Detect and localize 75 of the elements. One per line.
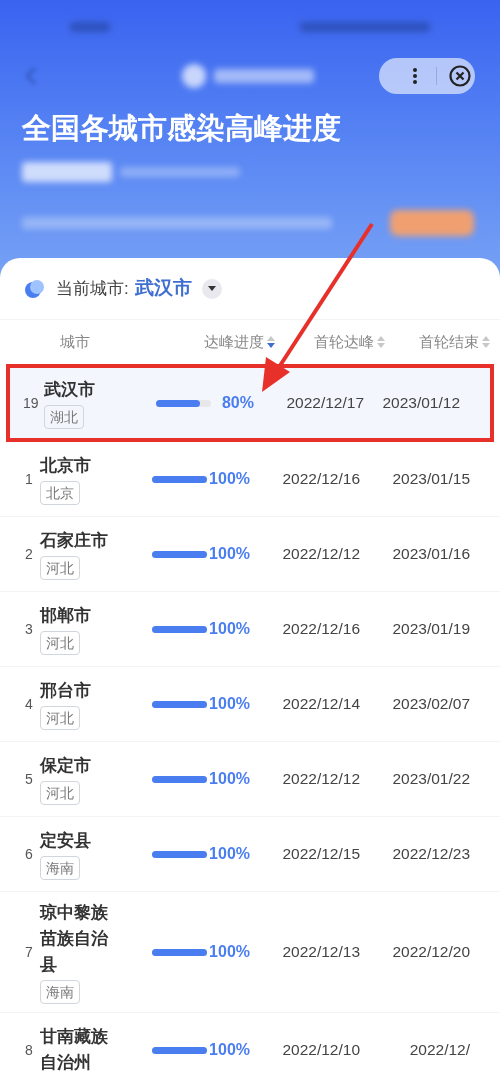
end-date: 2023/01/22 (392, 770, 470, 788)
progress-percent: 100% (209, 469, 250, 489)
peak-date: 2022/12/15 (282, 845, 360, 863)
close-icon[interactable] (449, 65, 471, 87)
progress-percent: 100% (209, 694, 250, 714)
peak-date: 2022/12/13 (282, 943, 360, 961)
progress-percent: 100% (209, 769, 250, 789)
end-date: 2023/01/16 (392, 545, 470, 563)
peak-date: 2022/12/12 (282, 545, 360, 563)
province-tag: 河北 (40, 706, 80, 730)
sort-icon[interactable] (267, 336, 275, 348)
province-tag: 海南 (40, 980, 80, 1004)
current-city-label: 当前城市: (56, 277, 129, 300)
column-header[interactable]: 首轮达峰 (314, 330, 374, 354)
location-icon (24, 277, 46, 300)
city-name: 邯郸市 (40, 605, 92, 627)
province-tag: 河北 (40, 631, 80, 655)
blurred-time (70, 22, 110, 32)
rank-number: 7 (25, 943, 33, 960)
table-row[interactable]: 3 邯郸市 河北 100% 2022/12/16 2023/01/19 (0, 592, 500, 667)
caret-icon (207, 286, 216, 291)
progress-percent: 100% (209, 544, 250, 564)
highlighted-row[interactable]: 19 武汉市 湖北 80% 2022/12/17 2023/01/12 (6, 364, 494, 442)
rank-number: 3 (25, 620, 33, 637)
progress-percent: 100% (209, 942, 250, 962)
city-name: 甘南藏族自治州 (40, 1026, 109, 1074)
province-tag: 河北 (40, 781, 80, 805)
city-dropdown-button[interactable] (201, 278, 222, 299)
column-header: 城市 (60, 331, 90, 352)
end-date: 2022/12/23 (392, 845, 470, 863)
rank-number: 6 (25, 845, 33, 862)
column-header[interactable]: 达峰进度 (204, 330, 264, 354)
rank-number: 8 (25, 1041, 33, 1058)
more-icon[interactable] (412, 67, 418, 85)
end-date: 2022/12/ (409, 1041, 470, 1059)
end-date: 2023/01/19 (392, 620, 470, 638)
province-tag: 北京 (40, 481, 80, 505)
end-date: 2023/02/07 (392, 695, 470, 713)
progress-percent: 100% (209, 619, 250, 639)
peak-date: 2022/12/16 (282, 470, 360, 488)
rank-number: 4 (25, 695, 33, 712)
rank-number: 19 (23, 394, 39, 411)
city-name: 武汉市 (44, 379, 96, 401)
province-tag: 海南 (40, 856, 80, 880)
city-name: 邢台市 (40, 680, 92, 702)
peak-date: 2022/12/14 (282, 695, 360, 713)
table-row[interactable]: 2 石家庄市 河北 100% 2022/12/12 2023/01/16 (0, 517, 500, 592)
peak-date: 2022/12/10 (282, 1041, 360, 1059)
end-date: 2023/01/15 (392, 470, 470, 488)
table-row[interactable]: 5 保定市 河北 100% 2022/12/12 2023/01/22 (0, 742, 500, 817)
peak-date: 2022/12/17 (286, 394, 364, 412)
end-date: 2023/01/12 (382, 394, 460, 412)
peak-date: 2022/12/12 (282, 770, 360, 788)
province-tag: 河北 (40, 556, 80, 580)
rank-number: 5 (25, 770, 33, 787)
table-row[interactable]: 1 北京市 北京 100% 2022/12/16 2023/01/15 (0, 442, 500, 517)
city-name: 石家庄市 (40, 530, 109, 552)
rank-number: 1 (25, 470, 33, 487)
rank-number: 2 (25, 545, 33, 562)
city-name: 北京市 (40, 455, 92, 477)
column-header[interactable]: 首轮结束 (419, 330, 479, 354)
progress-percent: 100% (209, 1040, 250, 1060)
city-name: 定安县 (40, 830, 92, 852)
table-row[interactable]: 4 邢台市 河北 100% 2022/12/14 2023/02/07 (0, 667, 500, 742)
city-name: 琼中黎族苗族自治县 (40, 902, 109, 976)
page-title: 全国各城市感染高峰进度 (21, 111, 342, 146)
progress-percent: 100% (209, 844, 250, 864)
current-city-value: 武汉市 (134, 276, 192, 301)
table-row[interactable]: 6 定安县 海南 100% 2022/12/15 2022/12/23 (0, 817, 500, 892)
blurred-logo (182, 64, 206, 88)
peak-date: 2022/12/16 (282, 620, 360, 638)
province-tag: 湖北 (44, 405, 84, 429)
progress-percent: 80% (221, 393, 254, 413)
end-date: 2022/12/20 (392, 943, 470, 961)
city-name: 保定市 (40, 755, 92, 777)
